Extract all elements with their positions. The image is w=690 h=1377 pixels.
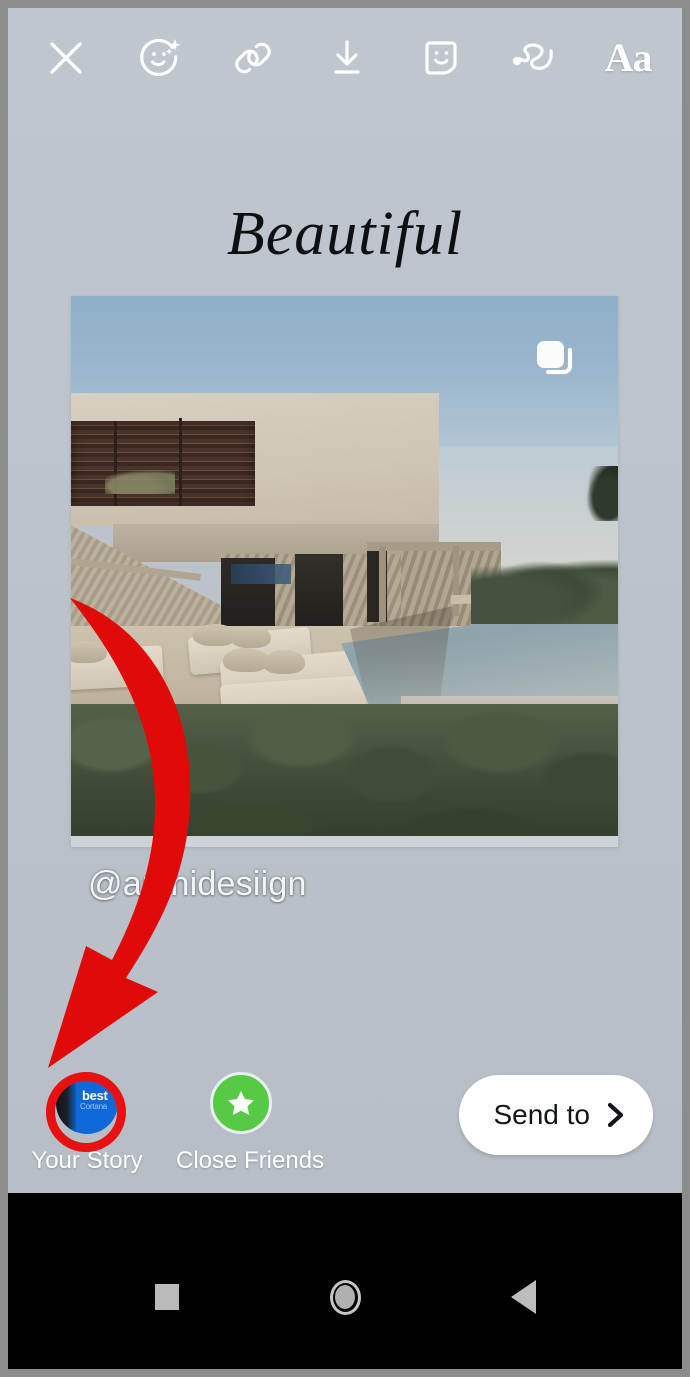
- your-story-avatar-wrap: best Cortana: [56, 1072, 118, 1134]
- avatar-badge-subtext: Cortana: [80, 1102, 108, 1111]
- story-toolbar: Aa: [8, 8, 682, 108]
- effects-icon: [139, 38, 181, 77]
- recents-button[interactable]: [137, 1277, 197, 1317]
- avatar-edge: [56, 1072, 76, 1134]
- photo-wood-divider: [179, 418, 182, 506]
- send-to-label: Send to: [493, 1099, 590, 1130]
- phone-screen: Aa Beautiful @archidesiign best Cortana …: [8, 8, 682, 1369]
- square-icon: [155, 1284, 179, 1310]
- chevron-right-icon: [607, 1102, 624, 1128]
- photo-glazing: [231, 564, 291, 584]
- send-to-button[interactable]: Send to: [459, 1075, 653, 1155]
- sticker-button[interactable]: [413, 30, 469, 86]
- home-button[interactable]: [315, 1277, 375, 1317]
- share-bar: best Cortana Your Story Close Friends Se…: [8, 1060, 682, 1193]
- text-tool-label: Aa: [604, 35, 653, 80]
- triangle-back-icon: [510, 1280, 536, 1314]
- link-button[interactable]: [225, 30, 281, 86]
- android-navigation-bar: [8, 1193, 682, 1369]
- photo-tree: [583, 466, 618, 521]
- circle-icon: [329, 1279, 361, 1315]
- destination-close-friends[interactable]: Close Friends: [176, 1072, 325, 1175]
- photo-vegetation-foreground: [71, 704, 618, 847]
- close-friends-circle: [210, 1072, 272, 1134]
- carousel-icon: [537, 341, 573, 375]
- photo-pillow: [231, 626, 271, 648]
- back-button[interactable]: [493, 1277, 553, 1317]
- photo-column: [379, 546, 386, 630]
- photo-column: [453, 546, 459, 616]
- draw-icon: [513, 43, 554, 70]
- your-story-label: Your Story: [31, 1147, 143, 1174]
- save-button[interactable]: [319, 30, 375, 86]
- story-caption-text[interactable]: Beautiful: [8, 203, 682, 265]
- phone-frame: Aa Beautiful @archidesiign best Cortana …: [0, 0, 690, 1377]
- photo-pillow: [71, 641, 107, 663]
- photo-pergola-beam: [367, 542, 501, 551]
- close-button[interactable]: [38, 30, 94, 86]
- close-friends-icon-wrap: [210, 1072, 272, 1134]
- text-button[interactable]: Aa: [600, 30, 656, 86]
- username-sticker[interactable]: @archidesiign: [88, 865, 307, 904]
- effects-button[interactable]: [132, 30, 188, 86]
- photo-vegetation-right: [471, 554, 618, 624]
- draw-button[interactable]: [506, 30, 562, 86]
- avatar-badge-text: best: [82, 1088, 108, 1103]
- carousel-button[interactable]: [534, 338, 580, 384]
- download-icon: [334, 40, 360, 74]
- close-icon: [50, 42, 82, 74]
- photo-bottom-edge: [71, 836, 618, 847]
- destination-your-story[interactable]: best Cortana Your Story: [22, 1072, 152, 1175]
- close-friends-label: Close Friends: [176, 1147, 325, 1174]
- sticker-icon: [425, 41, 457, 75]
- link-icon: [235, 42, 272, 74]
- story-photo[interactable]: [71, 296, 618, 847]
- star-icon: [228, 1091, 254, 1115]
- photo-pillow: [263, 650, 305, 674]
- avatar: best Cortana: [56, 1072, 118, 1134]
- photo-roof-shrub: [105, 468, 175, 494]
- story-editor-canvas[interactable]: Aa Beautiful @archidesiign best Cortana …: [8, 8, 682, 1193]
